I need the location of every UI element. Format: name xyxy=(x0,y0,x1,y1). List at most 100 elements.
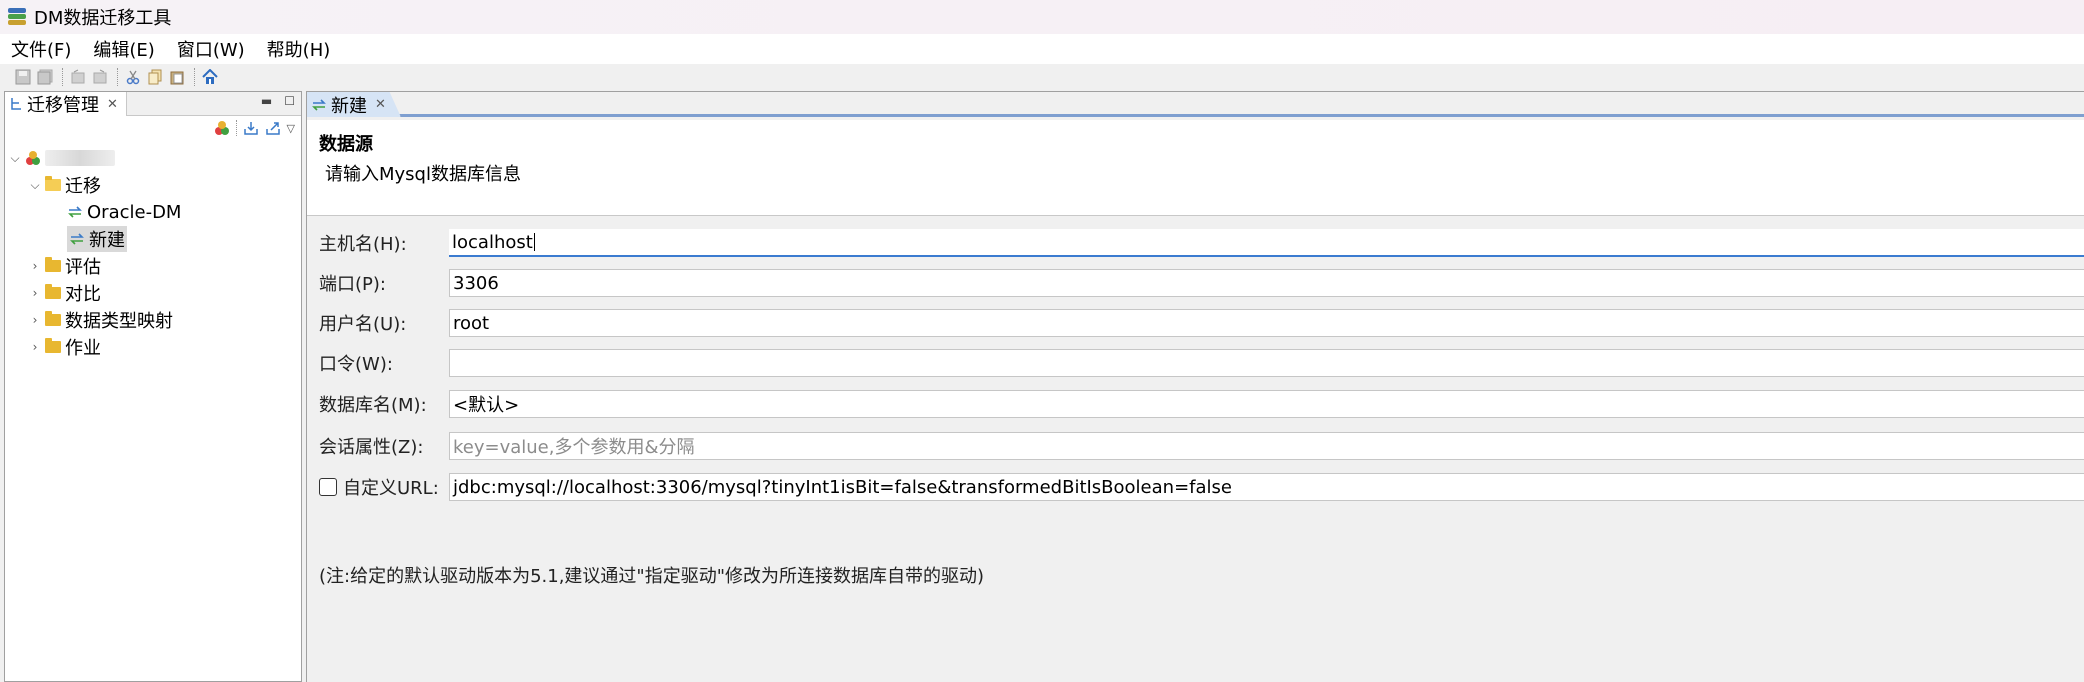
chevron-down-icon[interactable]: ⌵ xyxy=(29,178,41,193)
home-icon[interactable] xyxy=(201,68,219,86)
toolbar-separator xyxy=(117,68,118,86)
chevron-right-icon[interactable]: › xyxy=(29,259,41,273)
folder-icon xyxy=(45,338,61,353)
session-placeholder: key=value,多个参数用&分隔 xyxy=(453,437,695,458)
migration-icon xyxy=(70,233,84,245)
chevron-down-icon[interactable]: ⌵ xyxy=(9,151,21,166)
menu-window[interactable]: 窗口(W) xyxy=(166,36,256,62)
import-icon[interactable] xyxy=(243,120,259,136)
toolbar-separator xyxy=(194,68,195,86)
host-input[interactable]: localhost xyxy=(449,229,2084,257)
host-label: 主机名(H): xyxy=(319,234,407,255)
host-row: 主机名(H): localhost xyxy=(307,228,2084,258)
text-caret xyxy=(533,233,535,251)
folder-open-icon xyxy=(45,176,61,191)
title-bar: DM数据迁移工具 xyxy=(0,0,2084,34)
minimize-icon[interactable]: ▬ xyxy=(261,94,272,108)
tree-item-label: Oracle-DM xyxy=(87,201,182,223)
maximize-icon[interactable]: ☐ xyxy=(284,94,295,108)
custom-url-checkbox[interactable] xyxy=(319,478,337,496)
project-icon xyxy=(26,151,40,165)
port-value: 3306 xyxy=(453,272,499,294)
save-all-icon[interactable] xyxy=(36,68,54,86)
migration-manager-panel: 迁移管理 ✕ ▬ ☐ ▽ ⌵ ⌵ 迁移 Oracle-DM 新建 › 评估 › … xyxy=(4,91,302,682)
database-value: <默认> xyxy=(453,395,520,416)
editor-panel: 新建 ✕ 数据源 请输入Mysql数据库信息 主机名(H): localhost… xyxy=(306,91,2084,682)
tree-folder-evaluate[interactable]: › 评估 xyxy=(29,254,101,278)
database-combo[interactable]: <默认> xyxy=(449,390,2084,418)
tree-folder-compare[interactable]: › 对比 xyxy=(29,281,101,305)
left-panel-toolbar: ▽ xyxy=(5,116,301,140)
custom-url-label: 自定义URL: xyxy=(343,478,439,499)
port-row: 端口(P): 3306 xyxy=(307,268,2084,298)
toolbar-separator xyxy=(62,68,63,86)
menu-file[interactable]: 文件(F) xyxy=(0,36,82,62)
main-toolbar xyxy=(0,64,2084,90)
new-project-icon[interactable] xyxy=(214,120,230,136)
session-input[interactable]: key=value,多个参数用&分隔 xyxy=(449,432,2084,460)
save-icon[interactable] xyxy=(14,68,32,86)
redacted-name xyxy=(45,150,115,166)
custom-url-row: 自定义URL: jdbc:mysql://localhost:3306/mysq… xyxy=(307,472,2084,502)
tree-folder-label: 评估 xyxy=(65,257,101,278)
menu-edit[interactable]: 编辑(E) xyxy=(82,36,165,62)
copy-icon[interactable] xyxy=(146,68,164,86)
tree-folder-label: 作业 xyxy=(65,338,101,359)
migration-icon xyxy=(312,98,326,111)
custom-url-value: jdbc:mysql://localhost:3306/mysql?tinyIn… xyxy=(453,476,1232,498)
toolbar-separator xyxy=(235,120,237,136)
tree-root-node[interactable]: ⌵ xyxy=(9,146,115,170)
folder-icon xyxy=(45,257,61,272)
port-label: 端口(P): xyxy=(319,274,386,295)
port-input[interactable]: 3306 xyxy=(449,269,2084,297)
tree-folder-label: 迁移 xyxy=(65,176,101,197)
tab-new[interactable]: 新建 ✕ xyxy=(307,92,401,117)
export-icon[interactable] xyxy=(265,120,281,136)
tree-item-oracle-dm[interactable]: Oracle-DM xyxy=(67,200,181,224)
close-icon[interactable]: ✕ xyxy=(107,97,118,112)
host-value: localhost xyxy=(452,231,533,253)
window-title: DM数据迁移工具 xyxy=(34,8,172,29)
tab-label: 新建 xyxy=(331,95,367,117)
user-row: 用户名(U): root xyxy=(307,308,2084,338)
wizard-header: 数据源 请输入Mysql数据库信息 xyxy=(307,120,2084,216)
session-label: 会话属性(Z): xyxy=(319,437,424,458)
tree-item-label: 新建 xyxy=(89,230,125,251)
tree-folder-type-mapping[interactable]: › 数据类型映射 xyxy=(29,308,173,332)
undo-icon[interactable] xyxy=(69,68,87,86)
tree-item-new[interactable]: 新建 xyxy=(67,226,127,252)
cut-icon[interactable] xyxy=(124,68,142,86)
password-input[interactable] xyxy=(449,349,2084,377)
left-panel-tabbar: 迁移管理 ✕ ▬ ☐ xyxy=(5,92,301,116)
tree-folder-label: 数据类型映射 xyxy=(65,311,173,332)
section-subtitle: 请输入Mysql数据库信息 xyxy=(325,164,521,185)
menu-bar: 文件(F) 编辑(E) 窗口(W) 帮助(H) xyxy=(0,34,2084,64)
user-input[interactable]: root xyxy=(449,309,2084,337)
migration-icon xyxy=(68,206,82,218)
driver-note: (注:给定的默认驱动版本为5.1,建议通过"指定驱动"修改为所连接数据库自带的驱… xyxy=(319,566,985,587)
chevron-right-icon[interactable]: › xyxy=(29,313,41,327)
tab-migration-manager[interactable]: 迁移管理 ✕ xyxy=(5,92,127,116)
folder-icon xyxy=(45,311,61,326)
database-row: 数据库名(M): <默认> xyxy=(307,389,2084,419)
password-row: 口令(W): xyxy=(307,348,2084,378)
chevron-right-icon[interactable]: › xyxy=(29,286,41,300)
app-logo-icon xyxy=(6,6,28,28)
section-title: 数据源 xyxy=(319,134,373,155)
custom-url-input[interactable]: jdbc:mysql://localhost:3306/mysql?tinyIn… xyxy=(449,473,2084,501)
close-icon[interactable]: ✕ xyxy=(375,97,386,112)
redo-icon[interactable] xyxy=(91,68,109,86)
password-label: 口令(W): xyxy=(319,354,393,375)
tree-folder-jobs[interactable]: › 作业 xyxy=(29,335,101,359)
view-menu-icon[interactable]: ▽ xyxy=(287,122,295,135)
chevron-right-icon[interactable]: › xyxy=(29,340,41,354)
tree-folder-migration[interactable]: ⌵ 迁移 xyxy=(29,173,101,197)
paste-icon[interactable] xyxy=(168,68,186,86)
user-label: 用户名(U): xyxy=(319,314,407,335)
menu-help[interactable]: 帮助(H) xyxy=(256,36,342,62)
user-value: root xyxy=(453,312,490,334)
folder-icon xyxy=(45,284,61,299)
session-row: 会话属性(Z): key=value,多个参数用&分隔 xyxy=(307,431,2084,461)
tree-folder-label: 对比 xyxy=(65,284,101,305)
selected-node: 新建 xyxy=(67,226,127,252)
